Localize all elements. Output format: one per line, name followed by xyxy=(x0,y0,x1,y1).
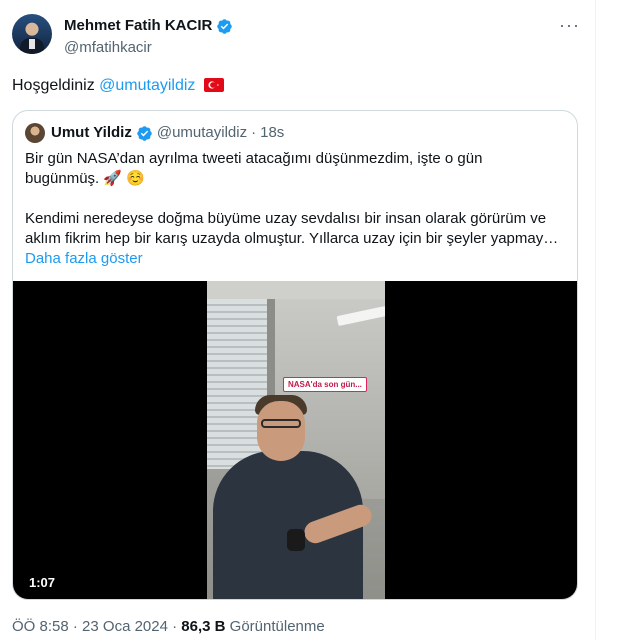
quoted-tweet-card[interactable]: Umut Yildiz @umutayildiz · 18s Bir gün N… xyxy=(12,110,578,600)
more-options-button[interactable]: ··· xyxy=(559,15,580,35)
video-player[interactable]: NASA'da son gün... 1:07 xyxy=(13,281,577,599)
quoted-tweet-time[interactable]: 18s xyxy=(260,124,284,142)
quoted-text-line: Kendimi neredeyse doğma büyüme uzay sevd… xyxy=(25,210,547,227)
meta-separator: · xyxy=(167,618,182,635)
views-count: 86,3 B xyxy=(181,618,226,635)
video-caption: NASA'da son gün... xyxy=(283,377,367,392)
video-duration: 1:07 xyxy=(25,574,60,591)
quoted-text-line: Bir gün NASA’dan ayrılma tweeti atacağım… xyxy=(25,150,483,167)
tweet-time[interactable]: ÖÖ 8:58 xyxy=(12,618,69,635)
meta-separator: · xyxy=(68,618,83,635)
tweet-header: Mehmet Fatih KACIR @mfatihkacir ··· xyxy=(12,14,584,62)
quoted-tweet-header: Umut Yildiz @umutayildiz · 18s xyxy=(25,123,284,143)
author-avatar[interactable] xyxy=(12,14,52,54)
quoted-author-handle[interactable]: @umutayildiz xyxy=(157,124,247,142)
tweet-date[interactable]: 23 Oca 2024 xyxy=(82,618,168,635)
column-divider xyxy=(595,0,596,640)
quoted-text-line: bugünmüş. 🚀 ☺️ xyxy=(25,170,145,187)
tweet-text-prefix: Hoşgeldiniz xyxy=(12,77,100,94)
author-display-name[interactable]: Mehmet Fatih KACIR xyxy=(64,16,212,36)
views-label: Görüntülenme xyxy=(225,618,325,635)
tweet-text: Hoşgeldiniz @umutayildiz xyxy=(12,76,224,96)
verified-badge-icon xyxy=(217,18,233,34)
tweet-meta: ÖÖ 8:58 · 23 Oca 2024 · 86,3 B Görüntüle… xyxy=(12,618,325,636)
verified-badge-icon xyxy=(137,125,152,141)
video-frame: NASA'da son gün... xyxy=(207,281,385,599)
quoted-author-avatar[interactable] xyxy=(25,123,45,143)
more-horizontal-icon: ··· xyxy=(559,15,580,35)
quoted-author-name[interactable]: Umut Yildiz xyxy=(51,124,132,142)
turkey-flag-icon xyxy=(203,78,224,92)
author-info: Mehmet Fatih KACIR @mfatihkacir xyxy=(64,16,233,58)
show-more-link[interactable]: Daha fazla göster xyxy=(25,249,567,269)
quoted-text-line: aklım fikrim hep bir karış uzayda olmuşt… xyxy=(25,230,559,247)
quoted-tweet-body: Bir gün NASA’dan ayrılma tweeti atacağım… xyxy=(25,149,567,269)
author-handle[interactable]: @mfatihkacir xyxy=(64,38,233,58)
author-name-row[interactable]: Mehmet Fatih KACIR xyxy=(64,16,233,36)
separator-dot: · xyxy=(251,124,257,141)
mention-link[interactable]: @umutayildiz xyxy=(99,77,195,94)
